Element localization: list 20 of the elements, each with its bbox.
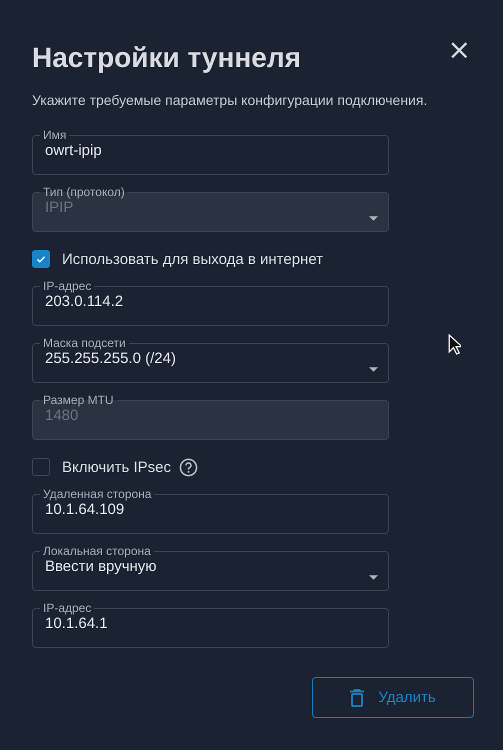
dialog-subtitle: Укажите требуемые параметры конфигурации подключения. xyxy=(32,92,428,108)
dialog-title: Настройки туннеля xyxy=(32,42,302,74)
select-field[interactable]: Локальная сторона Ввести вручную xyxy=(32,544,389,591)
help-icon[interactable] xyxy=(178,458,198,476)
input-field[interactable]: Удаленная сторона 10.1.64.109 xyxy=(32,487,389,534)
input-field[interactable]: IP-адрес 203.0.114.2 xyxy=(32,279,389,326)
caret-icon xyxy=(369,216,378,221)
mouse-cursor-icon xyxy=(448,334,461,355)
checkbox-label: Включить IPsec xyxy=(62,458,171,476)
checkbox[interactable] xyxy=(32,250,50,268)
checkbox-label: Использовать для выхода в интернет xyxy=(62,250,324,268)
delete-button[interactable]: Удалить xyxy=(312,677,474,718)
trash-icon xyxy=(350,688,364,706)
select-field[interactable]: Маска подсети 255.255.255.0 (/24) xyxy=(32,336,389,383)
caret-icon xyxy=(369,575,378,580)
caret-icon xyxy=(369,367,378,372)
input-field[interactable]: Имя owrt-ipip xyxy=(32,128,389,175)
close-button[interactable]: × xyxy=(444,38,475,62)
input-field[interactable]: IP-адрес 10.1.64.1 xyxy=(32,601,389,648)
checkbox[interactable] xyxy=(32,458,50,476)
